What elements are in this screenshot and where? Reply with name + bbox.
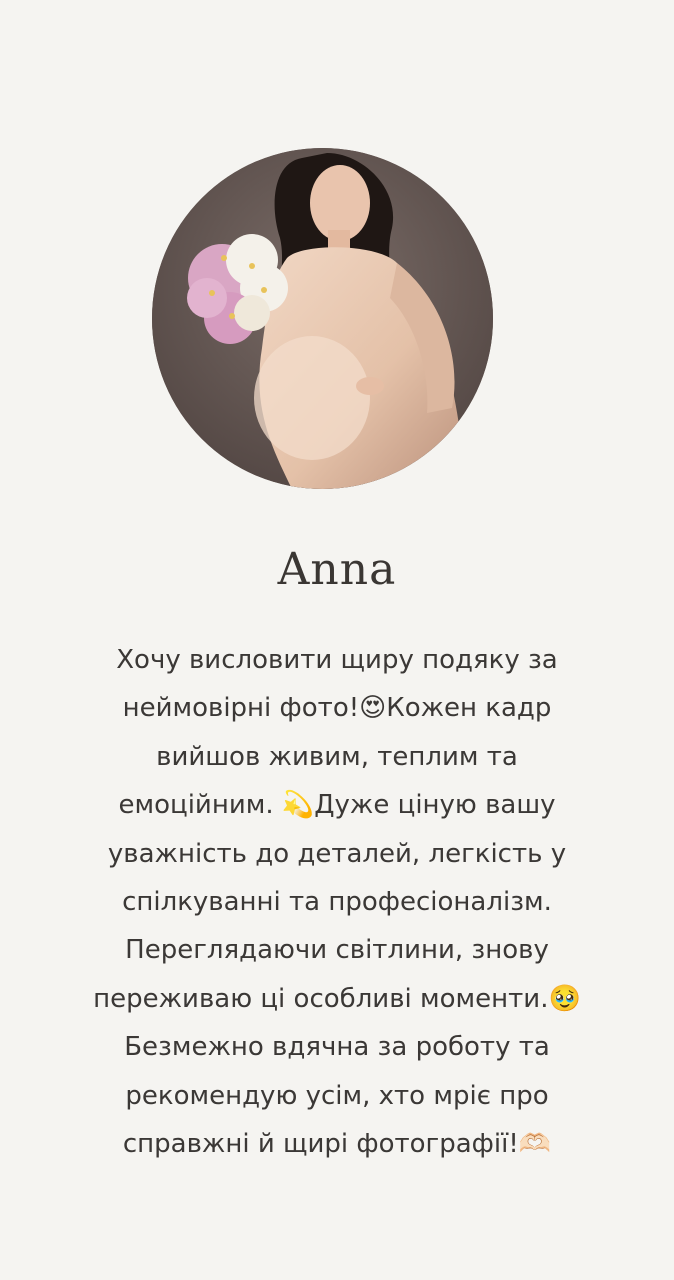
- review-line: уважність до деталей, легкість у: [107, 838, 567, 869]
- review-line: переживаю ці особливі моменти.🥹: [93, 983, 581, 1014]
- review-line: Хочу висловити щиру подяку за: [116, 645, 558, 675]
- review-line: справжні й щирі фотографії!🫶🏻: [122, 1129, 552, 1160]
- review-line: вийшов живим, теплим та: [156, 741, 518, 772]
- review-line: неймовірні фото!😍Кожен кадр: [122, 693, 552, 724]
- client-name: Anna: [277, 544, 397, 595]
- review-line: емоційним. 💫Дуже ціную вашу: [118, 790, 556, 821]
- testimonial-card: Anna Хочу висловити щиру подяку за неймо…: [0, 0, 674, 1280]
- review-line: спілкуванні та професіоналізм.: [122, 887, 552, 918]
- client-photo-illustration: [152, 148, 493, 489]
- review-line: Безмежно вдячна за роботу та: [124, 1032, 550, 1063]
- review-line: Переглядаючи світлини, знову: [125, 935, 549, 966]
- review-line: рекомендую усім, хто мріє про: [125, 1080, 549, 1111]
- client-photo: [152, 148, 493, 489]
- review-text: Хочу висловити щиру подяку за неймовірні…: [20, 636, 654, 1168]
